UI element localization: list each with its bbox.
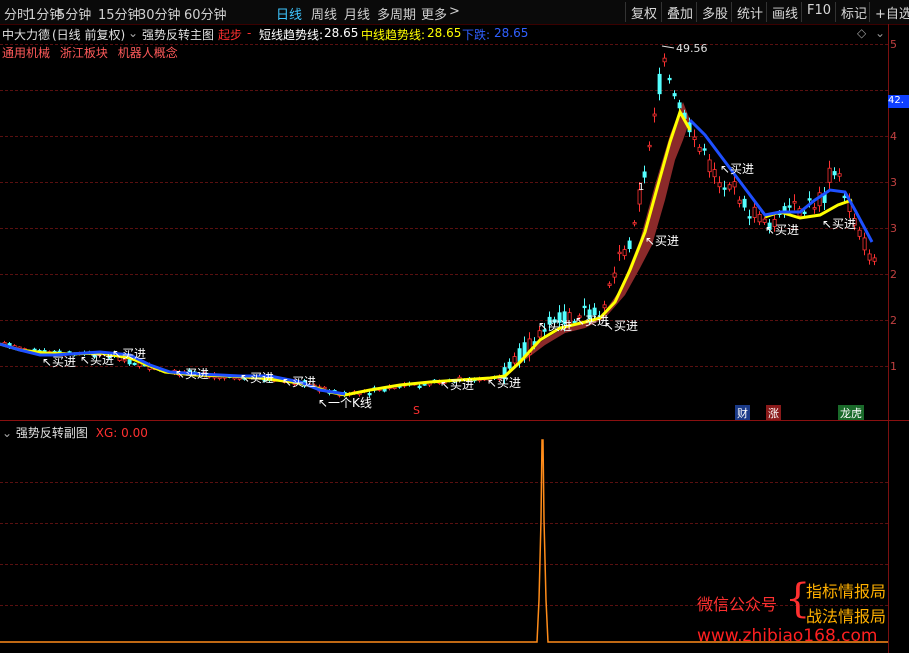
current-price-tag: 42. (888, 95, 909, 108)
axis-tick: 4 (890, 130, 897, 143)
axis-tick: 5 (890, 38, 897, 51)
axis-tick: 1 (890, 360, 897, 373)
watermark-wechat: 微信公众号 (697, 595, 778, 614)
axis-tick: 2 (890, 268, 897, 281)
sub-chart[interactable] (0, 0, 888, 653)
watermark-name1: 指标情报局 (806, 582, 887, 601)
axis-tick: 2 (890, 314, 897, 327)
price-axis[interactable] (888, 24, 909, 653)
axis-tick: 3 (890, 222, 897, 235)
time-axis (0, 645, 909, 653)
watermark-url: www.zhibiao168.com (697, 626, 878, 646)
watermark-name2: 战法情报局 (806, 607, 887, 626)
axis-tick: 3 (890, 176, 897, 189)
